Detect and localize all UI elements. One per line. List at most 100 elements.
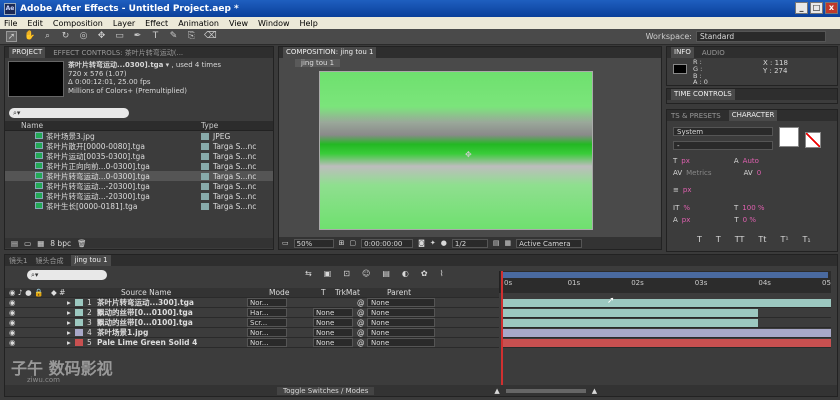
menu-effect[interactable]: Effect: [145, 19, 168, 28]
layer-trkmat-select[interactable]: None: [313, 308, 353, 317]
layer-row[interactable]: ◉ ▸ 1 茶叶片转弯运动...300].tga Nor... @ None: [5, 298, 499, 308]
layer-duration-bar[interactable]: [501, 338, 831, 347]
layer-duration-bar[interactable]: [501, 298, 831, 307]
column-t[interactable]: T: [321, 288, 335, 297]
magnification-select[interactable]: 50%: [293, 238, 334, 248]
column-name[interactable]: Name: [5, 121, 201, 130]
layer-source-name[interactable]: Pale Lime Green Solid 4: [97, 338, 247, 347]
composition-viewer[interactable]: [319, 71, 593, 230]
fast-previews-icon[interactable]: ▤: [493, 239, 500, 247]
all-caps-icon[interactable]: TT: [735, 235, 745, 244]
label-color-swatch[interactable]: [201, 202, 209, 210]
column-trkmat[interactable]: TrkMat: [335, 288, 387, 297]
menu-animation[interactable]: Animation: [178, 19, 219, 28]
video-eye-icon[interactable]: ◉: [5, 308, 27, 317]
rotate-tool-icon[interactable]: ↻: [60, 31, 71, 42]
video-eye-icon[interactable]: ◉: [5, 328, 27, 337]
layer-mode-select[interactable]: Nor...: [247, 298, 287, 307]
layer-parent-select[interactable]: None: [367, 328, 435, 337]
layer-trkmat-select[interactable]: None: [313, 318, 353, 327]
subscript-icon[interactable]: T₁: [803, 235, 811, 244]
comp-mini-flowchart-icon[interactable]: ⇆: [305, 269, 312, 278]
layer-label-color[interactable]: [75, 339, 83, 346]
grid-icon[interactable]: ▢: [350, 239, 357, 247]
region-of-interest-icon[interactable]: ▭: [282, 239, 289, 247]
camera-select[interactable]: Active Camera: [516, 238, 583, 248]
stroke-width-field[interactable]: px: [683, 186, 692, 194]
comp-subtab[interactable]: jing tou 1: [295, 59, 341, 67]
maximize-button[interactable]: □: [810, 2, 823, 14]
current-time-field[interactable]: 0:00:00:00: [361, 238, 414, 248]
label-color-swatch[interactable]: [201, 142, 209, 150]
layer-mode-select[interactable]: Scr...: [247, 318, 287, 327]
column-parent[interactable]: Parent: [387, 288, 411, 297]
graph-editor-icon[interactable]: ⌇: [440, 269, 444, 278]
hide-shy-layers-icon[interactable]: ☺: [362, 269, 370, 278]
project-search-input[interactable]: ⌕▾: [9, 108, 129, 118]
minimize-button[interactable]: _: [795, 2, 808, 14]
toggle-switches-modes-button[interactable]: Toggle Switches / Modes: [277, 386, 375, 395]
layer-row[interactable]: ◉ ▸ 3 飘动的丝带[0...0100].tga Scr... None @ …: [5, 318, 499, 328]
pick-whip-icon[interactable]: @: [353, 318, 367, 327]
hand-tool-icon[interactable]: ✋: [24, 31, 35, 42]
layer-parent-select[interactable]: None: [367, 318, 435, 327]
expand-arrow-icon[interactable]: ▸: [67, 338, 75, 347]
font-style-select[interactable]: -: [673, 141, 773, 150]
fill-color-swatch[interactable]: [779, 127, 799, 147]
pick-whip-icon[interactable]: @: [353, 338, 367, 347]
zoom-tool-icon[interactable]: ⌕: [42, 31, 53, 42]
menu-edit[interactable]: Edit: [27, 19, 43, 28]
baseline-shift-field[interactable]: px: [682, 216, 691, 224]
layer-trkmat-select[interactable]: None: [313, 328, 353, 337]
layer-label-color[interactable]: [75, 299, 83, 306]
project-item[interactable]: 茶叶片运动[0035-0300].tga Targa S...nc: [5, 151, 273, 161]
tab-character[interactable]: CHARACTER: [728, 110, 778, 121]
layer-parent-select[interactable]: None: [367, 338, 435, 347]
safe-zones-icon[interactable]: ⊞: [339, 239, 345, 247]
transparency-grid-icon[interactable]: ▦: [505, 239, 512, 247]
bpc-label[interactable]: 8 bpc: [50, 239, 71, 248]
layer-mode-select[interactable]: Nor...: [247, 328, 287, 337]
layer-duration-bar[interactable]: [501, 308, 759, 317]
live-update-icon[interactable]: ▣: [324, 269, 332, 278]
work-area-bar[interactable]: [502, 272, 828, 278]
clone-stamp-icon[interactable]: ⎘: [186, 31, 197, 42]
tab-time-controls[interactable]: TIME CONTROLS: [671, 89, 735, 100]
label-color-swatch[interactable]: [201, 162, 209, 170]
stroke-color-swatch[interactable]: [805, 132, 821, 148]
workspace-select[interactable]: Standard: [696, 31, 826, 42]
superscript-icon[interactable]: T¹: [780, 235, 788, 244]
vertical-scale-field[interactable]: %: [683, 204, 690, 212]
time-ruler[interactable]: 0s 01s 02s 03s 04s 05: [499, 271, 831, 293]
project-item[interactable]: 茶叶片转弯运动...-20300].tga Targa S...nc: [5, 191, 273, 201]
layer-row[interactable]: ◉ ▸ 4 茶叶场景1.jpg Nor... None @ None: [5, 328, 499, 338]
close-button[interactable]: x: [825, 2, 838, 14]
tab-shot-comp[interactable]: 镜头合成: [35, 256, 63, 266]
label-color-swatch[interactable]: [201, 152, 209, 160]
expand-arrow-icon[interactable]: ▸: [67, 328, 75, 337]
expand-arrow-icon[interactable]: ▸: [67, 318, 75, 327]
column-type[interactable]: Type: [201, 121, 218, 130]
pick-whip-icon[interactable]: @: [353, 308, 367, 317]
mask-tool-icon[interactable]: ▭: [114, 31, 125, 42]
frame-blending-icon[interactable]: ▤: [382, 269, 390, 278]
menu-window[interactable]: Window: [258, 19, 290, 28]
tab-audio[interactable]: AUDIO: [702, 49, 725, 57]
interpret-footage-icon[interactable]: ▤: [11, 239, 18, 248]
layer-source-name[interactable]: 茶叶场景1.jpg: [97, 327, 247, 338]
menu-view[interactable]: View: [229, 19, 248, 28]
layer-label-color[interactable]: [75, 329, 83, 336]
timeline-zoom-slider[interactable]: [505, 388, 586, 393]
column-mode[interactable]: Mode: [269, 288, 321, 297]
label-color-swatch[interactable]: [201, 192, 209, 200]
project-item[interactable]: 茶叶生长[0000-0181].tga Targa S...nc: [5, 201, 273, 211]
motion-blur-icon[interactable]: ◐: [402, 269, 409, 278]
faux-bold-icon[interactable]: T: [697, 235, 702, 244]
current-time-indicator[interactable]: [501, 271, 503, 393]
zoom-in-icon[interactable]: ▲: [592, 387, 597, 395]
brainstorm-icon[interactable]: ✿: [421, 269, 428, 278]
pan-behind-icon[interactable]: ✥: [96, 31, 107, 42]
label-color-swatch[interactable]: [201, 172, 209, 180]
tab-effects-presets[interactable]: TS & PRESETS: [671, 112, 721, 120]
pick-whip-icon[interactable]: @: [353, 328, 367, 337]
